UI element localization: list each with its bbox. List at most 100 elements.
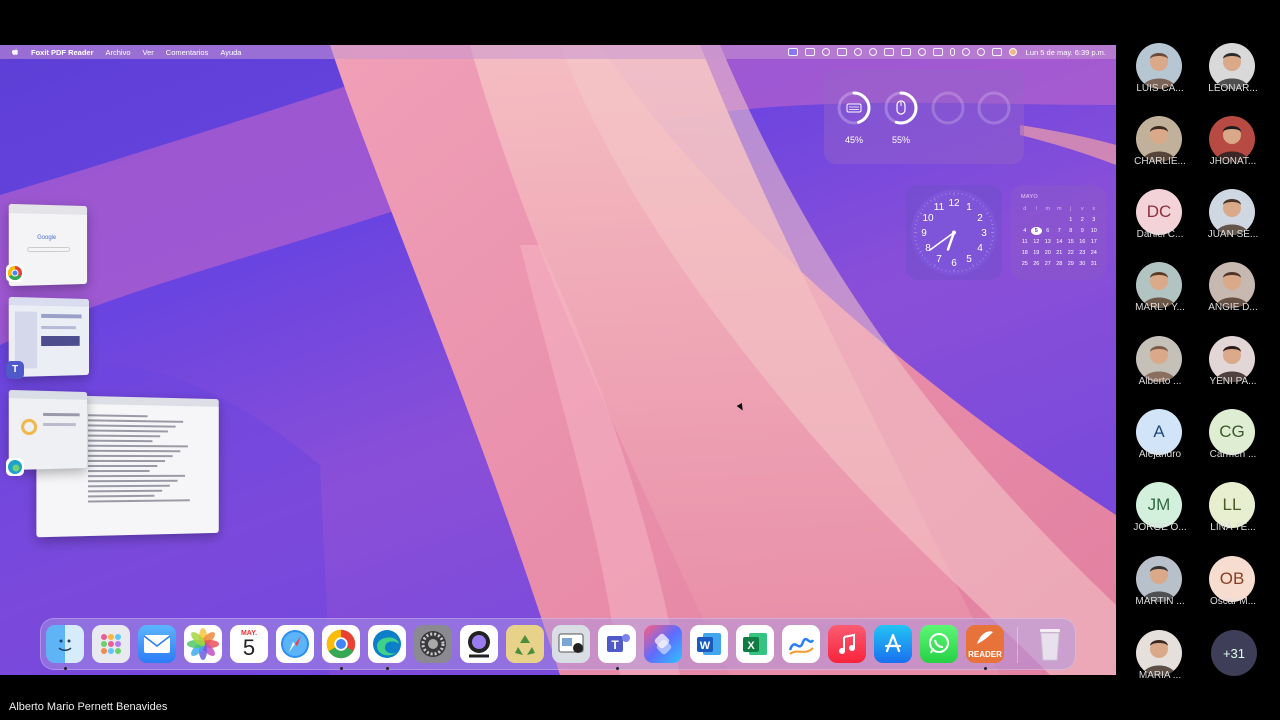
participant-tile[interactable]: CG Carmen ... (1198, 409, 1268, 481)
participant-tile[interactable]: CHARLIE... (1125, 116, 1195, 188)
mail-icon[interactable] (138, 625, 176, 663)
freeform-icon[interactable] (782, 625, 820, 663)
clock-number: 8 (925, 243, 931, 254)
reader-label: READER (968, 649, 1002, 659)
participant-name: LINA TE... (1210, 522, 1256, 533)
calendar-widget[interactable]: MAYO d l m m j v s 1 2 3 4 5 6 7 8 9 10 11 12 13 14 15 16 17 18 1… (1011, 185, 1106, 280)
calendar-day: 29 (1067, 261, 1074, 267)
vpn-icon[interactable] (917, 48, 926, 56)
menubar-status-area: Lun 5 de may. 6:39 p.m. (787, 45, 1106, 59)
word-icon[interactable]: W (690, 625, 728, 663)
system-settings-icon[interactable] (414, 625, 452, 663)
menu-archivo[interactable]: Archivo (106, 48, 131, 57)
wifi-icon[interactable] (961, 48, 970, 56)
menu-comentarios[interactable]: Comentarios (166, 48, 209, 57)
participant-tile[interactable]: ANGIE D... (1198, 262, 1268, 334)
calendar-day: 24 (1090, 250, 1097, 256)
safari-icon[interactable] (276, 625, 314, 663)
shortcuts-icon[interactable] (644, 625, 682, 663)
apple-icon[interactable] (11, 47, 21, 57)
participant-name: Alejandro (1138, 449, 1182, 460)
calendar-day (1031, 216, 1043, 224)
foxit-reader-icon[interactable]: READER (966, 625, 1004, 663)
participant-tile[interactable]: JM JORGE O... (1125, 482, 1195, 554)
menubar-clock[interactable]: Lun 5 de may. 6:39 p.m. (1026, 48, 1106, 57)
running-indicator (984, 667, 987, 670)
calendar-day: 19 (1033, 250, 1040, 256)
participant-tile[interactable]: DC Daniel C... (1125, 189, 1195, 261)
calendar-icon-day: 5 (242, 635, 256, 660)
presenter-name: Alberto Mario Pernett Benavides (9, 701, 168, 713)
icloud-icon[interactable] (868, 48, 877, 56)
search-icon[interactable] (976, 48, 985, 56)
calendar-day: 4 (1023, 228, 1027, 234)
trash-icon[interactable] (1031, 625, 1069, 663)
video-call-window: Foxit PDF Reader Archivo Ver Comentarios… (0, 0, 1280, 720)
calendar-weekday: d (1023, 206, 1027, 212)
participant-tile[interactable]: MARTIN ... (1125, 556, 1195, 628)
teams-status-icon[interactable] (804, 48, 815, 56)
clock-widget[interactable]: 12 1 2 3 4 5 6 7 8 9 10 11 (906, 185, 1002, 280)
participant-tile[interactable]: LEONAR... (1198, 43, 1268, 115)
clock-number: 2 (977, 213, 983, 224)
siri-icon[interactable] (1008, 48, 1017, 56)
bluetooth-icon[interactable] (949, 48, 955, 56)
calendar-day: 23 (1079, 250, 1086, 256)
calendar-day: 12 (1033, 239, 1040, 245)
calendar-icon[interactable]: MAY. 5 (230, 625, 268, 663)
screen-share-icon[interactable] (787, 48, 798, 56)
excel-icon[interactable]: X (736, 625, 774, 663)
dropbox-icon[interactable] (883, 48, 894, 56)
participant-tile[interactable]: Alberto ... (1125, 336, 1195, 408)
clock-number: 4 (977, 243, 983, 254)
keyboard-battery-ring (837, 91, 871, 125)
window-manager-icon[interactable] (900, 48, 911, 56)
edge-icon[interactable] (368, 625, 406, 663)
preview-icon[interactable] (552, 625, 590, 663)
display-icon[interactable] (932, 48, 943, 56)
control-center-icon[interactable] (991, 48, 1002, 56)
chrome-icon (6, 264, 24, 282)
calendar-day: 26 (1033, 261, 1040, 267)
menu-ver[interactable]: Ver (143, 48, 154, 57)
screen-mirror-icon[interactable] (836, 48, 847, 56)
participant-name: LEONAR... (1208, 83, 1258, 94)
whatsapp-icon[interactable] (920, 625, 958, 663)
calendar-weekday: j (1070, 206, 1072, 212)
slack-status-icon[interactable] (821, 48, 830, 56)
participant-tile[interactable]: A Alejandro (1125, 409, 1195, 481)
calendar-day: 18 (1021, 250, 1028, 256)
participant-tile[interactable]: OB Oscar M... (1198, 556, 1268, 628)
calendar-day: 30 (1079, 261, 1086, 267)
menu-ayuda[interactable]: Ayuda (220, 48, 241, 57)
calendar-month: MAYO (1021, 194, 1038, 200)
participant-name: Daniel C... (1136, 229, 1184, 240)
app-store-icon[interactable] (874, 625, 912, 663)
chrome-icon[interactable] (322, 625, 360, 663)
analog-clock: 12 12 3 45678 9 1011 (911, 189, 997, 276)
launchpad-icon[interactable] (92, 625, 130, 663)
finder-icon[interactable] (46, 625, 84, 663)
calendar-day: 14 (1056, 239, 1063, 245)
recycle-icon[interactable] (506, 625, 544, 663)
teams-icon[interactable]: T (598, 625, 636, 663)
participant-tile[interactable]: JHONAT... (1198, 116, 1268, 188)
participant-tile[interactable]: MARLY Y... (1125, 262, 1195, 334)
cloud-icon[interactable] (853, 48, 862, 56)
clock-number: 9 (921, 228, 927, 239)
participant-tile[interactable]: YENI PA... (1198, 336, 1268, 408)
battery-widget[interactable]: 45% 55% (824, 69, 1024, 164)
edge-icon (6, 458, 24, 476)
calendar-day: 20 (1044, 250, 1051, 256)
participant-tile[interactable]: LL LINA TE... (1198, 482, 1268, 554)
more-participants-button[interactable]: +31 (1211, 630, 1257, 676)
participant-tile[interactable]: MARIA ... (1125, 630, 1195, 702)
webcam-icon[interactable] (460, 625, 498, 663)
menu-app-name[interactable]: Foxit PDF Reader (31, 48, 94, 57)
participant-tile[interactable]: LUIS CA... (1125, 43, 1195, 115)
participant-name: YENI PA... (1209, 376, 1257, 387)
participant-tile[interactable]: JUAN SE... (1198, 189, 1268, 261)
running-indicator (386, 667, 389, 670)
photos-icon[interactable] (184, 625, 222, 663)
music-icon[interactable] (828, 625, 866, 663)
